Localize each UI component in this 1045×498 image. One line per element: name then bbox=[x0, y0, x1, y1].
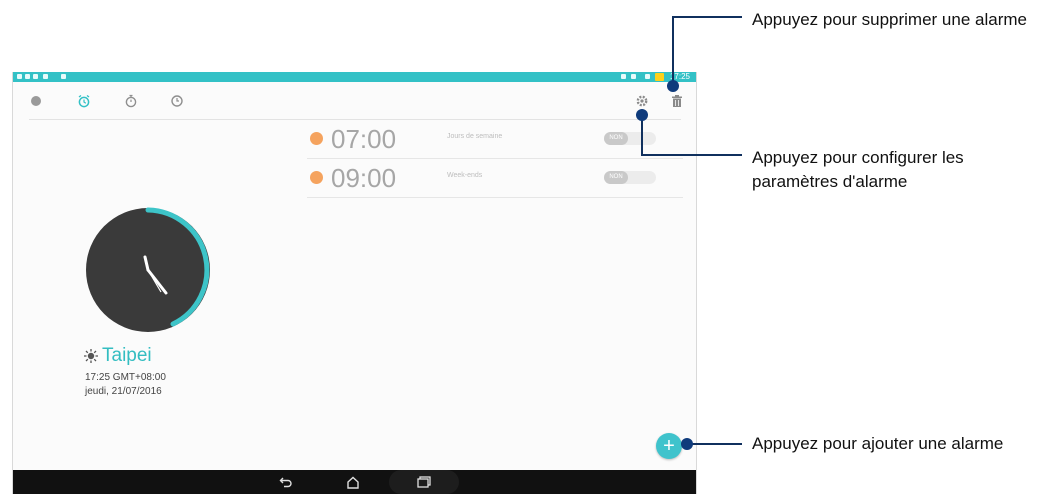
toggle-knob: NON bbox=[604, 171, 628, 184]
notification-icon bbox=[17, 74, 22, 79]
tablet-screen: 17:25 07:00 Jours de semaine NON 09:00 W… bbox=[12, 72, 697, 494]
recents-icon[interactable] bbox=[409, 472, 439, 492]
toggle-knob: NON bbox=[604, 132, 628, 145]
alarm-repeat: Jours de semaine bbox=[447, 133, 503, 140]
add-alarm-button[interactable]: + bbox=[656, 433, 682, 459]
alarm-row[interactable]: 09:00 Week-ends NON bbox=[307, 159, 683, 198]
settings-icon[interactable] bbox=[633, 92, 651, 110]
alarm-time: 07:00 bbox=[331, 124, 397, 154]
callout-line bbox=[672, 16, 674, 86]
signal-icon bbox=[645, 74, 650, 79]
city-row: Taipei bbox=[83, 344, 152, 368]
alarm-toggle[interactable]: NON bbox=[604, 171, 656, 184]
callout-line bbox=[672, 16, 742, 18]
alarm-icon[interactable] bbox=[75, 92, 93, 110]
trash-icon[interactable] bbox=[668, 92, 686, 110]
back-icon[interactable] bbox=[271, 472, 301, 492]
world-clock-icon[interactable] bbox=[27, 92, 45, 110]
add-callout: Appuyez pour ajouter une alarme bbox=[752, 434, 1004, 453]
top-bar bbox=[13, 82, 696, 120]
home-icon[interactable] bbox=[338, 472, 368, 492]
alarm-status-dot bbox=[310, 171, 323, 184]
callout-dot bbox=[636, 109, 648, 121]
alarm-time: 09:00 bbox=[331, 163, 397, 193]
city-name: Taipei bbox=[102, 345, 152, 366]
callout-line bbox=[686, 443, 742, 445]
callout-dot bbox=[667, 80, 679, 92]
time-zone: 17:25 GMT+08:00 bbox=[85, 372, 166, 383]
callout-line bbox=[641, 115, 643, 155]
alarm-status-dot bbox=[310, 132, 323, 145]
notification-icon bbox=[61, 74, 66, 79]
callout-dot bbox=[681, 438, 693, 450]
battery-icon bbox=[655, 73, 664, 81]
alarm-row[interactable]: 07:00 Jours de semaine NON bbox=[307, 120, 683, 159]
notification-icon bbox=[25, 74, 30, 79]
stopwatch-icon[interactable] bbox=[122, 92, 140, 110]
notification-icon bbox=[43, 74, 48, 79]
alarm-repeat: Week-ends bbox=[447, 172, 483, 179]
sun-icon bbox=[84, 349, 98, 363]
timer-icon[interactable] bbox=[168, 92, 186, 110]
status-bar: 17:25 bbox=[13, 72, 696, 82]
settings-callout: Appuyez pour configurer les paramètres d… bbox=[752, 148, 964, 191]
notification-icon bbox=[33, 74, 38, 79]
navigation-bar bbox=[13, 470, 696, 494]
add-icon: + bbox=[663, 435, 675, 457]
wifi-icon bbox=[631, 74, 636, 79]
delete-callout: Appuyez pour supprimer une alarme bbox=[752, 10, 1027, 29]
analog-clock bbox=[83, 205, 213, 335]
date-label: jeudi, 21/07/2016 bbox=[85, 386, 162, 397]
bluetooth-icon bbox=[621, 74, 626, 79]
callout-line bbox=[641, 154, 742, 156]
alarm-toggle[interactable]: NON bbox=[604, 132, 656, 145]
